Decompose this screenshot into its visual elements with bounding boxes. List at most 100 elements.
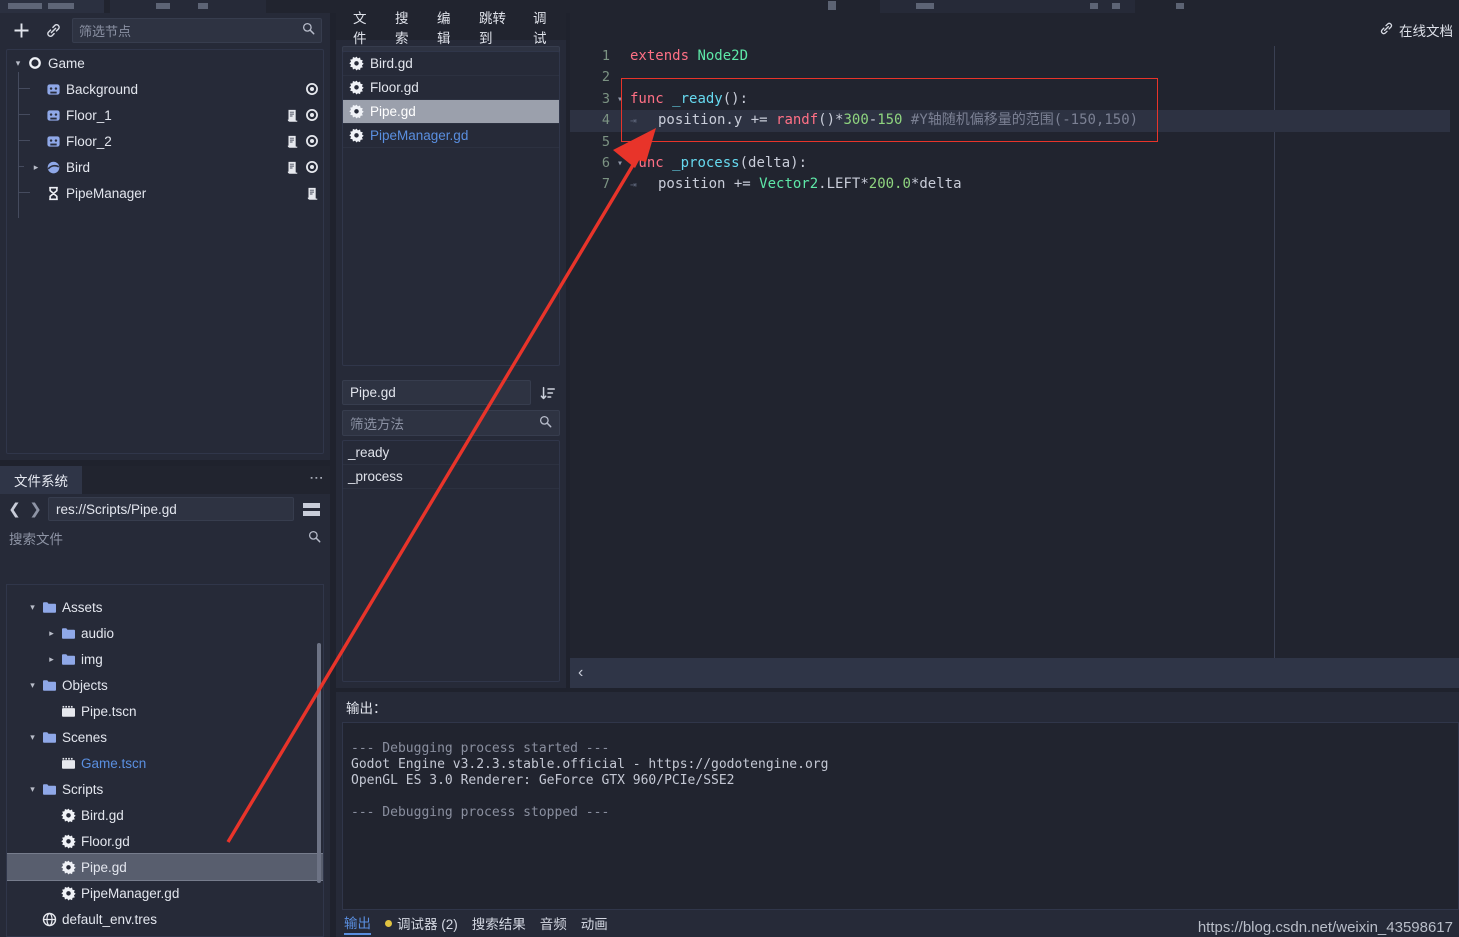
menu-item-4[interactable]: 调试 xyxy=(524,4,566,50)
chevron-down-icon[interactable]: ▾ xyxy=(26,680,39,691)
bottom-tab-1[interactable]: 调试器 (2) xyxy=(385,913,458,934)
folder-icon xyxy=(61,653,76,666)
bottom-tab-0[interactable]: 输出 xyxy=(344,912,371,935)
editor-vertical-scrollbar[interactable] xyxy=(1450,46,1459,658)
scene-tree-node-label: Background xyxy=(66,81,139,97)
filesystem-item[interactable]: ▾ Scenes xyxy=(7,724,323,750)
eye-icon[interactable] xyxy=(305,108,319,122)
chevron-right-icon[interactable]: ▸ xyxy=(29,162,43,173)
bottom-tab-4[interactable]: 动画 xyxy=(581,913,608,934)
filesystem-item[interactable]: Game.tscn xyxy=(7,750,323,776)
filesystem-path-input[interactable]: res://Scripts/Pipe.gd xyxy=(48,497,294,521)
add-node-icon[interactable] xyxy=(8,18,34,42)
code-line[interactable]: 1 extends Node2D xyxy=(570,46,1459,67)
filesystem-item[interactable]: ▾ Assets xyxy=(7,594,323,620)
search-icon xyxy=(539,415,552,431)
output-log[interactable]: --- Debugging process started --- Godot E… xyxy=(342,722,1459,910)
code-line[interactable]: 5 xyxy=(570,132,1459,153)
scene-tree-node[interactable]: ▾ Game xyxy=(7,50,323,76)
script-list-item[interactable]: Bird.gd xyxy=(343,52,559,76)
code-line-text: func _process(delta): xyxy=(630,153,807,174)
filesystem-item[interactable]: ▸ img xyxy=(7,646,323,672)
line-number: 3 xyxy=(601,90,610,107)
filesystem-item[interactable]: ▾ Objects xyxy=(7,672,323,698)
eye-icon[interactable] xyxy=(305,134,319,148)
bottom-tab-2[interactable]: 搜索结果 xyxy=(472,913,526,934)
fold-chevron-down-icon[interactable]: ▾ xyxy=(614,153,626,174)
scene-tree-node[interactable]: ▸ Bird xyxy=(7,154,323,180)
filesystem-tree[interactable]: res:// ▾ Assets ▸ audio ▸ img ▾ Objects Pipe.tsc… xyxy=(6,584,324,937)
script-page-icon[interactable] xyxy=(305,186,319,201)
chevron-down-icon[interactable]: ▾ xyxy=(26,784,39,795)
current-script-field[interactable]: Pipe.gd xyxy=(342,380,531,405)
filesystem-item[interactable]: PipeManager.gd xyxy=(7,880,323,906)
filesystem-search-input[interactable]: 搜索文件 xyxy=(6,526,324,550)
chevron-right-icon[interactable]: ▸ xyxy=(45,628,58,639)
scene-tree-node[interactable]: Floor_2 xyxy=(7,128,323,154)
code-token: position xyxy=(658,176,734,193)
online-docs-link[interactable]: 在线文档 xyxy=(1373,13,1459,46)
code-line[interactable]: 6 ▾ func _process(delta): xyxy=(570,153,1459,174)
method-list[interactable]: _ready _process xyxy=(342,440,560,682)
filesystem-item[interactable]: ▸ audio xyxy=(7,620,323,646)
filesystem-item[interactable]: Floor.gd xyxy=(7,828,323,854)
menu-item-0[interactable]: 文件 xyxy=(344,4,386,50)
sort-icon[interactable] xyxy=(535,380,560,405)
filesystem-item-label: Scripts xyxy=(62,781,104,797)
filesystem-item[interactable]: Pipe.tscn xyxy=(7,698,323,724)
method-filter-input[interactable]: 筛选方法 xyxy=(342,410,560,436)
fold-chevron-down-icon[interactable]: ▾ xyxy=(614,89,626,110)
script-list-item[interactable]: PipeManager.gd xyxy=(343,124,559,148)
tab-filesystem[interactable]: 文件系统 xyxy=(0,466,82,494)
toggle-split-mode-icon[interactable] xyxy=(298,497,324,521)
filesystem-item[interactable]: Bird.gd xyxy=(7,802,323,828)
script-list[interactable]: Bird.gd Floor.gd Pipe.gd PipeManager.gd xyxy=(342,51,560,366)
code-line[interactable]: 7 ⇥ position += Vector2.LEFT*200.0*delta xyxy=(570,174,1459,195)
folder-icon xyxy=(42,679,57,692)
script-list-item[interactable]: Floor.gd xyxy=(343,76,559,100)
scene-tree-node[interactable]: Floor_1 xyxy=(7,102,323,128)
filesystem-scrollbar[interactable] xyxy=(317,643,321,883)
menu-item-1[interactable]: 搜索 xyxy=(386,4,428,50)
script-page-icon[interactable] xyxy=(285,160,299,175)
nav-back-icon[interactable]: ❮ xyxy=(6,497,23,521)
bottom-tab-label: 输出 xyxy=(344,916,371,931)
nav-forward-icon[interactable]: ❯ xyxy=(27,497,44,521)
chevron-down-icon[interactable]: ▾ xyxy=(11,58,25,69)
bottom-tab-3[interactable]: 音频 xyxy=(540,913,567,934)
code-line[interactable]: 4 ⇥ position.y += randf()*300-150 #Y轴随机偏移量… xyxy=(570,110,1459,132)
code-text-area[interactable]: 1 extends Node2D 2 3 ▾ func _ready(): 4 ⇥ positi… xyxy=(570,46,1459,658)
code-line[interactable]: 3 ▾ func _ready(): xyxy=(570,89,1459,110)
scene-node-gutter xyxy=(305,180,319,206)
chevron-down-icon[interactable]: ▾ xyxy=(26,732,39,743)
instance-scene-icon[interactable] xyxy=(40,18,66,42)
method-list-item[interactable]: _ready xyxy=(343,441,559,465)
chevron-left-icon[interactable]: ‹ xyxy=(578,664,583,682)
scene-dock: 筛选节点 ▾ Game Background Floor_1 Floor_2 ▸ Bird P… xyxy=(0,13,330,460)
menu-item-3[interactable]: 跳转到 xyxy=(470,4,524,50)
script-list-item[interactable]: Pipe.gd xyxy=(343,100,559,124)
indent-guide-icon: ⇥ xyxy=(630,114,637,128)
filesystem-item[interactable]: default_env.tres xyxy=(7,906,323,932)
more-options-icon[interactable]: ⋮ xyxy=(309,471,325,485)
menu-item-2[interactable]: 编辑 xyxy=(428,4,470,50)
method-list-item[interactable]: _process xyxy=(343,465,559,489)
filesystem-item[interactable]: Pipe.gd xyxy=(7,853,323,881)
script-page-icon[interactable] xyxy=(285,134,299,149)
scene-tree-node[interactable]: PipeManager xyxy=(7,180,323,206)
scene-tree[interactable]: ▾ Game Background Floor_1 Floor_2 ▸ Bird PipeMa… xyxy=(6,49,324,454)
script-page-icon[interactable] xyxy=(285,108,299,123)
chevron-down-icon[interactable]: ▾ xyxy=(26,602,39,613)
folder-icon xyxy=(42,601,57,614)
filesystem-item[interactable]: icon.png xyxy=(7,932,323,936)
file-type-icon-wrap xyxy=(58,757,79,770)
eye-icon[interactable] xyxy=(305,82,319,96)
code-line[interactable]: 2 xyxy=(570,67,1459,88)
scene-filter-input[interactable]: 筛选节点 xyxy=(72,17,322,43)
chevron-right-icon[interactable]: ▸ xyxy=(45,654,58,665)
gdscript-icon xyxy=(349,104,364,119)
code-token: #Y轴随机偏移量的范围(-150,150) xyxy=(902,112,1139,129)
filesystem-item[interactable]: ▾ Scripts xyxy=(7,776,323,802)
eye-icon[interactable] xyxy=(305,160,319,174)
scene-tree-node[interactable]: Background xyxy=(7,76,323,102)
